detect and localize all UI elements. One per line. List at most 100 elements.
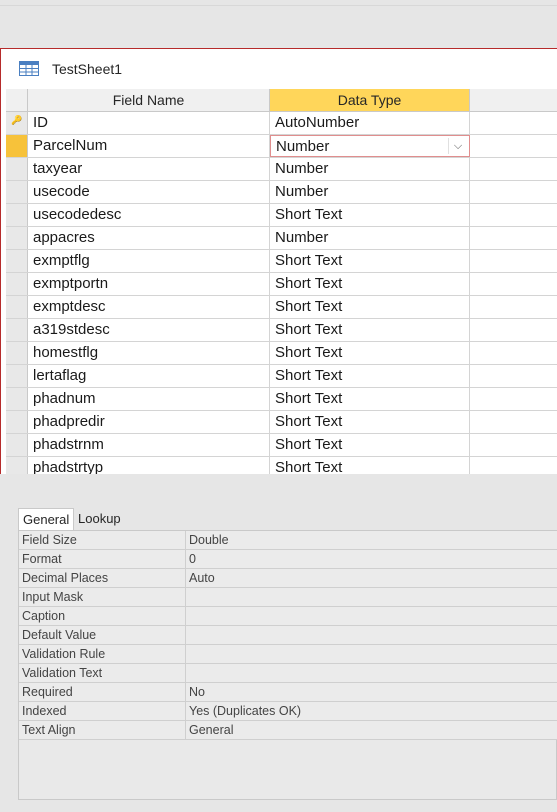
property-value[interactable]: Auto <box>186 569 557 587</box>
property-row[interactable]: Text Align General <box>19 721 557 740</box>
property-row[interactable]: Field Size Double <box>19 531 557 550</box>
header-field-name[interactable]: Field Name <box>28 89 270 111</box>
data-type-cell[interactable]: AutoNumber <box>270 112 470 134</box>
row-selector[interactable] <box>6 181 28 203</box>
property-value[interactable] <box>186 664 557 682</box>
property-row[interactable]: Validation Text <box>19 664 557 683</box>
description-cell[interactable] <box>470 411 557 433</box>
field-row[interactable]: phadstrnm Short Text <box>6 434 557 457</box>
property-value[interactable]: General <box>186 721 557 739</box>
header-description[interactable] <box>470 89 557 111</box>
field-name-cell[interactable]: homestflg <box>28 342 270 364</box>
row-selector[interactable] <box>6 135 28 157</box>
field-name-cell[interactable]: exmptportn <box>28 273 270 295</box>
property-value[interactable]: Double <box>186 531 557 549</box>
description-cell[interactable] <box>470 342 557 364</box>
data-type-cell[interactable]: Number <box>270 227 470 249</box>
description-cell[interactable] <box>470 296 557 318</box>
field-row[interactable]: lertaflag Short Text <box>6 365 557 388</box>
field-name-cell[interactable]: usecode <box>28 181 270 203</box>
field-row[interactable]: phadpredir Short Text <box>6 411 557 434</box>
field-name-cell[interactable]: phadstrnm <box>28 434 270 456</box>
property-row[interactable]: Input Mask <box>19 588 557 607</box>
data-type-cell[interactable]: Short Text <box>270 296 470 318</box>
field-name-cell[interactable]: lertaflag <box>28 365 270 387</box>
row-selector[interactable] <box>6 365 28 387</box>
row-selector[interactable] <box>6 250 28 272</box>
field-name-cell[interactable]: taxyear <box>28 158 270 180</box>
select-all-corner[interactable] <box>6 89 28 111</box>
row-selector[interactable] <box>6 411 28 433</box>
field-row[interactable]: taxyear Number <box>6 158 557 181</box>
property-row[interactable]: Indexed Yes (Duplicates OK) <box>19 702 557 721</box>
data-type-cell[interactable]: Short Text <box>270 457 470 474</box>
field-row[interactable]: phadstrtyp Short Text <box>6 457 557 474</box>
field-name-cell[interactable]: a319stdesc <box>28 319 270 341</box>
data-type-cell[interactable]: Number <box>270 158 470 180</box>
data-type-cell[interactable]: Short Text <box>270 388 470 410</box>
property-row[interactable]: Required No <box>19 683 557 702</box>
field-name-cell[interactable]: phadpredir <box>28 411 270 433</box>
data-type-cell[interactable]: Short Text <box>270 319 470 341</box>
field-name-cell[interactable]: usecodedesc <box>28 204 270 226</box>
property-row[interactable]: Caption <box>19 607 557 626</box>
property-value[interactable] <box>186 626 557 644</box>
field-row[interactable]: a319stdesc Short Text <box>6 319 557 342</box>
row-selector[interactable]: 🔑 <box>6 112 28 134</box>
description-cell[interactable] <box>470 319 557 341</box>
field-row[interactable]: exmptflg Short Text <box>6 250 557 273</box>
property-value[interactable]: No <box>186 683 557 701</box>
description-cell[interactable] <box>470 388 557 410</box>
data-type-cell[interactable]: Short Text <box>270 204 470 226</box>
chevron-down-icon[interactable]: ⌵ <box>448 138 467 154</box>
field-name-cell[interactable]: exmptflg <box>28 250 270 272</box>
field-name-cell[interactable]: ID <box>28 112 270 134</box>
field-name-cell[interactable]: ParcelNum <box>28 135 270 157</box>
field-name-cell[interactable]: phadstrtyp <box>28 457 270 474</box>
row-selector[interactable] <box>6 388 28 410</box>
field-row[interactable]: phadnum Short Text <box>6 388 557 411</box>
description-cell[interactable] <box>470 135 557 157</box>
property-value[interactable] <box>186 588 557 606</box>
description-cell[interactable] <box>470 457 557 474</box>
data-type-cell[interactable]: Short Text <box>270 342 470 364</box>
row-selector[interactable] <box>6 227 28 249</box>
tab-lookup[interactable]: Lookup <box>74 508 125 530</box>
data-type-cell[interactable]: Short Text <box>270 434 470 456</box>
row-selector[interactable] <box>6 273 28 295</box>
tab-general[interactable]: General <box>18 508 75 531</box>
description-cell[interactable] <box>470 112 557 134</box>
row-selector[interactable] <box>6 457 28 474</box>
description-cell[interactable] <box>470 434 557 456</box>
property-value[interactable]: Yes (Duplicates OK) <box>186 702 557 720</box>
data-type-cell[interactable]: Number <box>270 181 470 203</box>
row-selector[interactable] <box>6 342 28 364</box>
property-row[interactable]: Decimal Places Auto <box>19 569 557 588</box>
property-row[interactable]: Format 0 <box>19 550 557 569</box>
description-cell[interactable] <box>470 250 557 272</box>
data-type-cell[interactable]: Short Text <box>270 411 470 433</box>
field-row[interactable]: ParcelNum Number ⌵ <box>6 135 557 158</box>
property-row[interactable]: Default Value <box>19 626 557 645</box>
property-value[interactable] <box>186 607 557 625</box>
field-row[interactable]: 🔑 ID AutoNumber <box>6 112 557 135</box>
description-cell[interactable] <box>470 365 557 387</box>
field-row[interactable]: usecodedesc Short Text <box>6 204 557 227</box>
row-selector[interactable] <box>6 434 28 456</box>
description-cell[interactable] <box>470 204 557 226</box>
description-cell[interactable] <box>470 158 557 180</box>
data-type-cell[interactable]: Short Text <box>270 273 470 295</box>
field-row[interactable]: appacres Number <box>6 227 557 250</box>
field-row[interactable]: usecode Number <box>6 181 557 204</box>
description-cell[interactable] <box>470 181 557 203</box>
field-name-cell[interactable]: phadnum <box>28 388 270 410</box>
data-type-cell[interactable]: Number ⌵ <box>270 135 470 157</box>
property-value[interactable]: 0 <box>186 550 557 568</box>
description-cell[interactable] <box>470 227 557 249</box>
field-row[interactable]: exmptportn Short Text <box>6 273 557 296</box>
row-selector[interactable] <box>6 319 28 341</box>
description-cell[interactable] <box>470 273 557 295</box>
data-type-cell[interactable]: Short Text <box>270 365 470 387</box>
property-value[interactable] <box>186 645 557 663</box>
row-selector[interactable] <box>6 158 28 180</box>
